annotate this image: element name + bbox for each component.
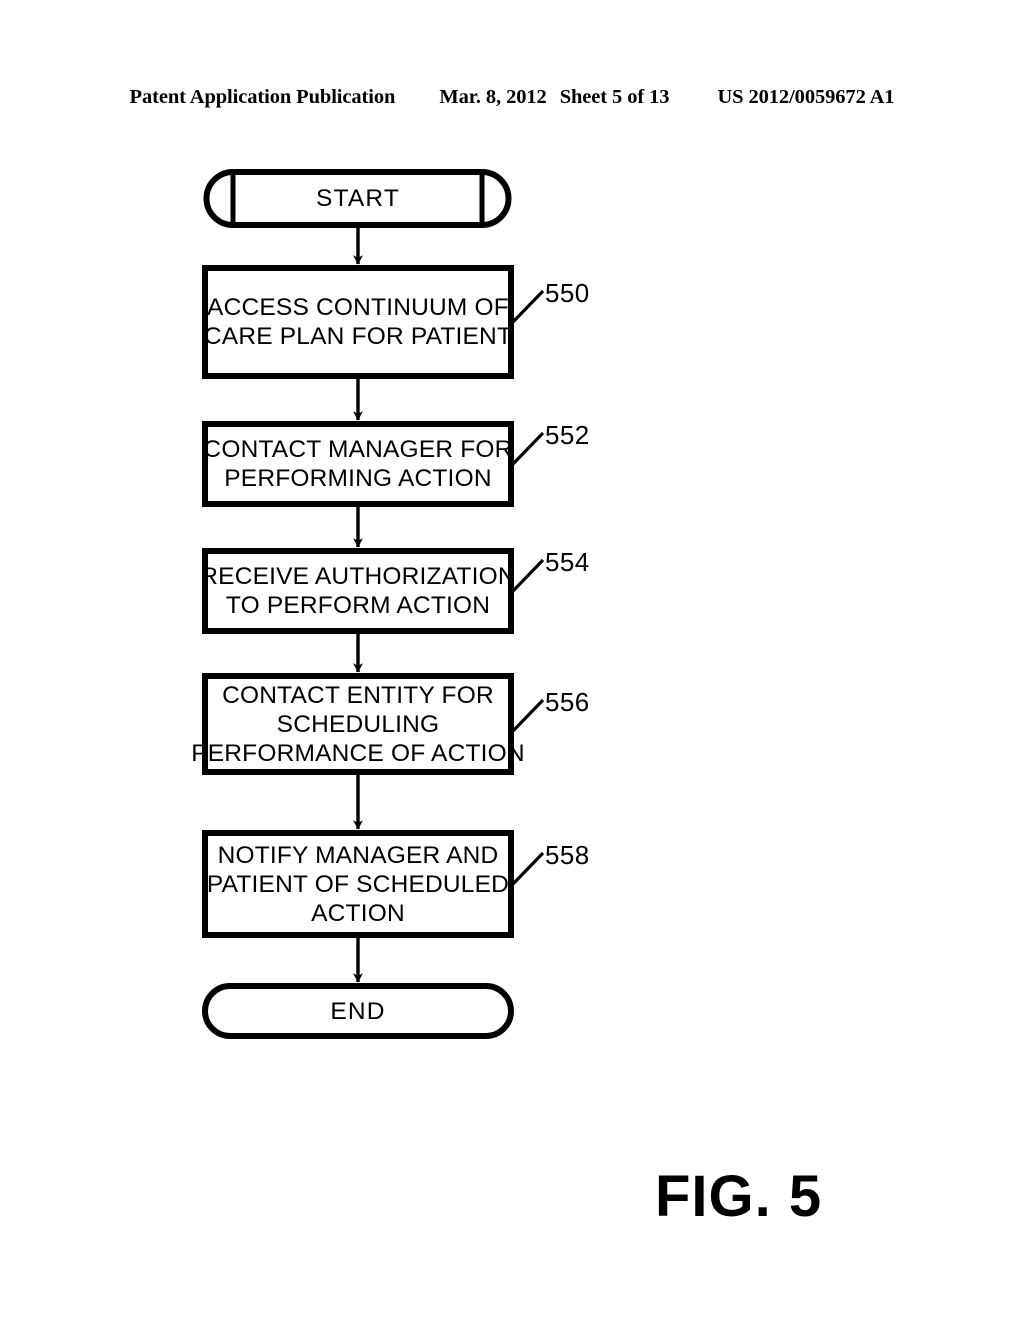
ref-numeral-558: 558 [545,840,590,870]
node-end-shape [202,983,514,1039]
ref-numeral-552: 552 [545,420,590,450]
node-start-shape [203,169,512,228]
node-550-shape [202,265,514,379]
leader-line-552 [511,431,545,466]
figure-caption: FIG. 5 [655,1164,823,1229]
ref-numeral-556: 556 [545,687,590,717]
node-558-shape [202,830,514,938]
leader-line-556 [511,698,545,733]
leader-line-550 [511,289,545,324]
ref-numeral-554: 554 [545,547,590,577]
node-556-shape [202,673,514,775]
flowchart-diagram: START ACCESS CONTINUUM OF CARE PLAN FOR … [0,0,1024,1320]
node-552-shape [202,421,514,507]
ref-numeral-550: 550 [545,278,590,308]
node-554-shape [202,548,514,634]
leader-line-554 [511,558,545,593]
leader-line-558 [511,851,545,886]
